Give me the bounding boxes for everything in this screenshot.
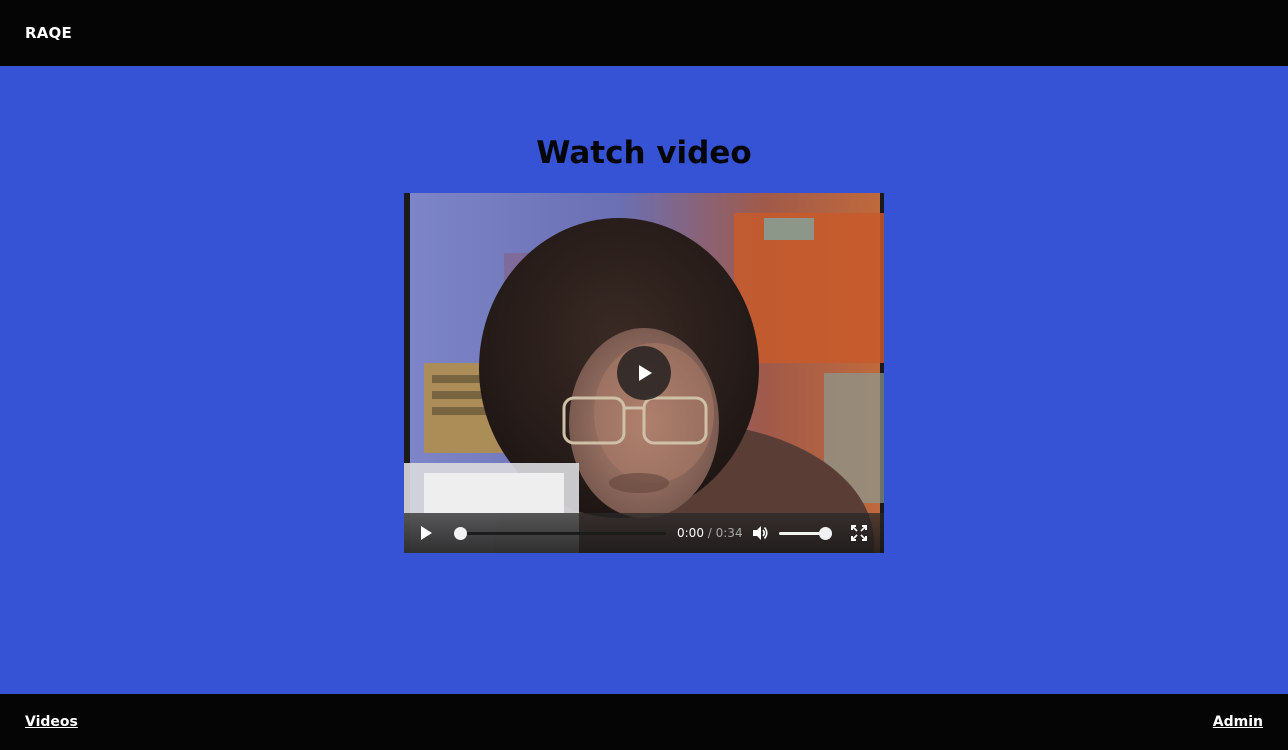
fullscreen-button[interactable] xyxy=(851,525,867,541)
footer-bar: Videos Admin xyxy=(0,694,1288,750)
brand-logo-text[interactable]: RAQE xyxy=(25,22,72,44)
mute-button[interactable] xyxy=(751,524,769,542)
play-button[interactable] xyxy=(418,525,434,541)
videos-link[interactable]: Videos xyxy=(25,712,78,732)
top-bar: RAQE xyxy=(0,0,1288,66)
volume-icon xyxy=(753,526,768,540)
volume-thumb[interactable] xyxy=(819,527,832,540)
volume-slider[interactable] xyxy=(779,527,832,540)
time-separator: / xyxy=(703,526,716,540)
duration: 0:34 xyxy=(715,526,743,540)
current-time: 0:00 xyxy=(677,526,704,540)
fullscreen-icon xyxy=(851,525,867,541)
big-play-button[interactable] xyxy=(617,346,671,400)
seek-thumb[interactable] xyxy=(454,527,467,540)
play-icon xyxy=(639,365,652,381)
play-icon xyxy=(421,526,432,540)
time-display: 0:00 / 0:34 xyxy=(677,525,743,541)
page-title: Watch video xyxy=(536,135,752,171)
video-player[interactable]: 0:00 / 0:34 xyxy=(404,193,884,553)
video-controls-bar: 0:00 / 0:34 xyxy=(404,513,884,553)
seek-bar[interactable] xyxy=(454,527,666,540)
admin-link[interactable]: Admin xyxy=(1213,712,1263,732)
